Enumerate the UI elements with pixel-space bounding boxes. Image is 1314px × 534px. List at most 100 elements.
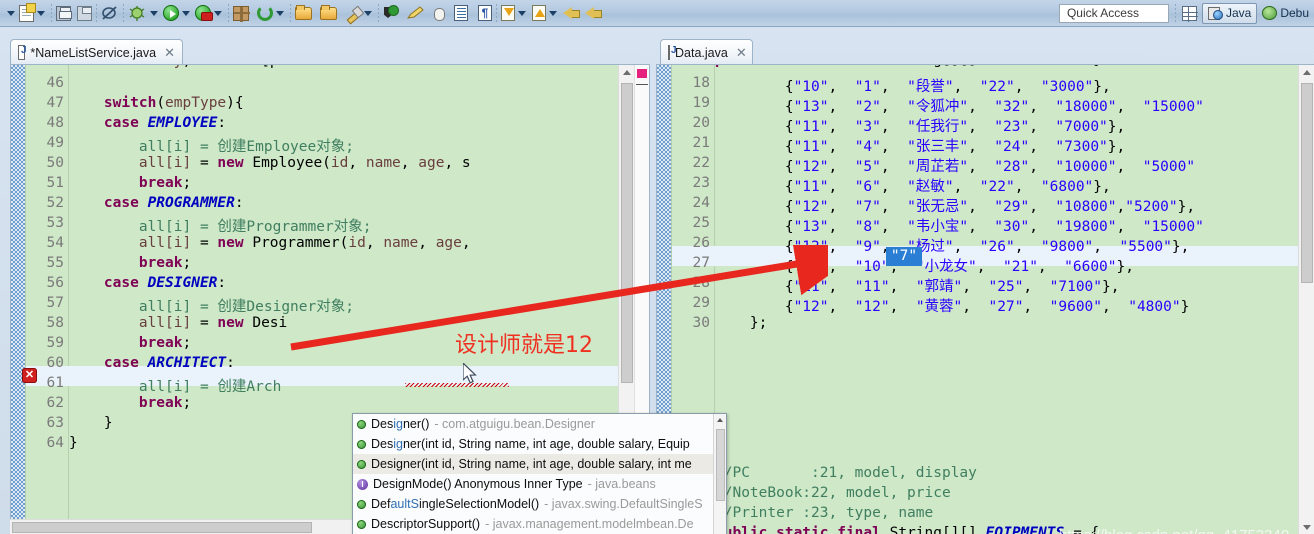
code-line[interactable]: {"10", "1", "段誉", "22", "3000"}, bbox=[715, 75, 1111, 96]
code-line[interactable]: //NoteBook:22, model, price bbox=[715, 485, 951, 501]
code-line[interactable]: {"12", "12", "黄蓉", "27", "9600", "4800"} bbox=[715, 295, 1190, 316]
content-assist-popup[interactable]: Designer() - com.atguigu.bean.Designer De… bbox=[352, 413, 727, 534]
run-coverage-icon[interactable] bbox=[195, 1, 213, 25]
content-assist-item-label: DefaultSingleSelectionModel() bbox=[371, 497, 540, 511]
code-line[interactable]: {"11", "10", "小龙女", "21", "6600"}, bbox=[715, 255, 1134, 276]
next-annotation-dropdown-arrow[interactable] bbox=[515, 2, 528, 24]
run-dropdown-arrow[interactable] bbox=[179, 2, 192, 24]
right-code-area[interactable]: public static final String[][] EMPLOYEES… bbox=[657, 65, 1299, 534]
code-line[interactable]: {"11", "3", "任我行", "23", "7000"}, bbox=[715, 115, 1125, 136]
code-line[interactable]: } bbox=[69, 435, 78, 451]
scroll-up-arrow[interactable] bbox=[1299, 65, 1314, 81]
perspective-debug-button[interactable]: Debu bbox=[1257, 3, 1314, 24]
paragraph-icon[interactable]: ¶ bbox=[478, 1, 492, 25]
hscrollbar-thumb[interactable] bbox=[12, 522, 312, 533]
scroll-down-arrow[interactable] bbox=[1299, 519, 1314, 534]
code-line[interactable]: case DESIGNER: bbox=[69, 275, 226, 291]
tab-namelistservice-java[interactable]: *NameListService.java ✕ bbox=[10, 39, 183, 65]
save-all-icon[interactable] bbox=[77, 1, 92, 25]
code-line[interactable]: all[i] = 创建Arch bbox=[69, 375, 282, 396]
code-line[interactable]: //PC :21, model, display bbox=[715, 465, 977, 481]
watermark-text: https://blog.csdn.net/qq_41753340 bbox=[1059, 527, 1289, 534]
left-annotation-ruler[interactable] bbox=[11, 65, 25, 533]
scroll-up-arrow[interactable] bbox=[714, 414, 726, 427]
run-icon[interactable] bbox=[163, 1, 179, 25]
code-line[interactable]: all[i] = 创建Employee对象; bbox=[69, 135, 354, 156]
scrollbar-thumb[interactable] bbox=[621, 83, 633, 383]
content-assist-item[interactable]: Designer(int id, String name, int age, d… bbox=[353, 434, 713, 454]
open-folder-icon[interactable] bbox=[295, 1, 312, 25]
code-line[interactable]: case PROGRAMMER: bbox=[69, 195, 244, 211]
refresh-icon[interactable] bbox=[257, 1, 273, 25]
code-line[interactable]: {"12", "7", "张无忌", "29", "10800","5200"}… bbox=[715, 195, 1195, 216]
perspective-java-button[interactable]: Java bbox=[1201, 2, 1258, 24]
open-perspective-icon[interactable] bbox=[1181, 1, 1198, 25]
code-line[interactable]: {"11", "6", "赵敏", "22", "6800"}, bbox=[715, 175, 1111, 196]
debug-icon[interactable] bbox=[128, 1, 147, 25]
quick-access-input[interactable]: Quick Access bbox=[1058, 3, 1169, 23]
constructor-icon bbox=[357, 499, 366, 509]
code-line[interactable]: {"13", "2", "令狐冲", "32", "18000", "15000… bbox=[715, 95, 1204, 116]
code-line[interactable]: {"13", "8", "韦小宝", "30", "19800", "15000… bbox=[715, 215, 1204, 236]
code-line[interactable]: all[i] = 创建Designer对象; bbox=[69, 295, 354, 316]
mouse-icon[interactable] bbox=[431, 1, 446, 25]
save-icon[interactable] bbox=[56, 1, 72, 25]
code-line[interactable]: break; bbox=[69, 395, 191, 411]
content-assist-item[interactable]: DefaultSingleSelectionModel() - javax.sw… bbox=[353, 494, 713, 514]
scrollbar-thumb[interactable] bbox=[716, 429, 725, 501]
right-vertical-scrollbar[interactable] bbox=[1298, 65, 1314, 534]
code-line[interactable]: switch(empType){ bbox=[69, 95, 244, 111]
error-marker-icon[interactable]: ✕ bbox=[22, 368, 37, 383]
code-line[interactable]: case EMPLOYEE: bbox=[69, 115, 226, 131]
code-line[interactable]: all[i] = new Employee(id, name, age, s bbox=[69, 155, 471, 171]
code-line[interactable]: }; bbox=[715, 315, 767, 331]
code-line[interactable]: case ARCHITECT: bbox=[69, 355, 235, 371]
code-line[interactable]: } bbox=[69, 415, 113, 431]
tab-data-java[interactable]: Data.java ✕ bbox=[660, 39, 753, 65]
scroll-up-arrow[interactable] bbox=[619, 65, 635, 81]
code-line[interactable]: {"12", "9", "杨过", "26", "9800", "5500"}, bbox=[715, 235, 1190, 256]
scrollbar-thumb[interactable] bbox=[1301, 83, 1313, 283]
code-line[interactable]: break; bbox=[69, 255, 191, 271]
previous-annotation-icon[interactable] bbox=[532, 1, 546, 25]
content-assist-item[interactable]: Designer(int id, String name, int age, d… bbox=[353, 454, 713, 474]
new-wizard-dropdown-arrow[interactable] bbox=[4, 2, 17, 24]
back-icon[interactable] bbox=[563, 1, 580, 25]
annotation-toggle-icon[interactable] bbox=[101, 1, 119, 25]
export-icon[interactable] bbox=[233, 1, 250, 25]
right-code-text[interactable]: public static final String[][] EMPLOYEES… bbox=[715, 65, 1299, 534]
code-line[interactable]: {"11", "11", "郭靖", "25", "7100"}, bbox=[715, 275, 1120, 296]
close-icon[interactable]: ✕ bbox=[736, 45, 747, 61]
content-assist-list[interactable]: Designer() - com.atguigu.bean.Designer De… bbox=[353, 414, 713, 534]
code-line[interactable]: public static final String[][] EQIPMENTS… bbox=[715, 525, 1099, 534]
line-number: 61 bbox=[46, 375, 64, 391]
forward-icon[interactable] bbox=[585, 1, 602, 25]
close-icon[interactable]: ✕ bbox=[164, 45, 175, 61]
code-line[interactable]: all[i] = new Programmer(id, name, age, bbox=[69, 235, 471, 251]
overview-error-mark[interactable] bbox=[637, 69, 647, 78]
marker-icon[interactable] bbox=[383, 1, 399, 25]
code-line[interactable]: break; bbox=[69, 175, 191, 191]
line-number: 49 bbox=[46, 135, 64, 151]
right-tail-code[interactable]: //PC :21, model, display //NoteBook:22, m… bbox=[715, 465, 1299, 534]
paint-icon[interactable] bbox=[407, 1, 425, 25]
code-line[interactable]: all[i] = 创建Programmer对象; bbox=[69, 215, 372, 236]
content-assist-scrollbar[interactable] bbox=[713, 414, 726, 534]
line-number: 56 bbox=[46, 275, 64, 291]
brush-icon[interactable] bbox=[345, 1, 361, 25]
previous-annotation-dropdown-arrow[interactable] bbox=[546, 2, 559, 24]
content-assist-item[interactable]: Designer() - com.atguigu.bean.Designer bbox=[353, 414, 713, 434]
new-wizard-icon[interactable] bbox=[19, 1, 36, 25]
refresh-dropdown-arrow[interactable] bbox=[273, 2, 286, 24]
content-assist-item[interactable]: I DesignMode() Anonymous Inner Type - jav… bbox=[353, 474, 713, 494]
code-line[interactable]: {"11", "4", "张三丰", "24", "7300"}, bbox=[715, 135, 1125, 156]
outline-icon[interactable] bbox=[454, 1, 468, 25]
next-annotation-icon[interactable] bbox=[501, 1, 515, 25]
content-assist-item[interactable]: DescriptorSupport() - javax.management.m… bbox=[353, 514, 713, 534]
open-resource-icon[interactable] bbox=[320, 1, 337, 25]
code-line[interactable]: //Printer :23, type, name bbox=[715, 505, 933, 521]
code-line[interactable]: break; bbox=[69, 335, 191, 351]
debug-dropdown-arrow[interactable] bbox=[147, 2, 160, 24]
code-line[interactable]: all[i] = new Desi bbox=[69, 315, 287, 331]
code-line[interactable]: {"12", "5", "周芷若", "28", "10000", "5000" bbox=[715, 155, 1195, 176]
